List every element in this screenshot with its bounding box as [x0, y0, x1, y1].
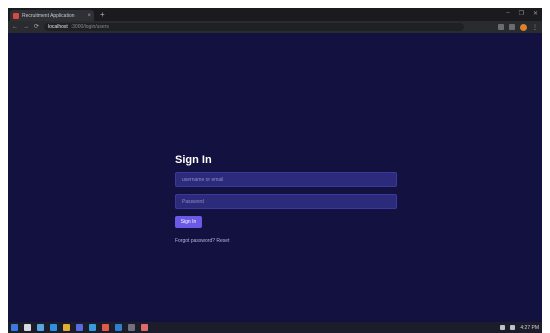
- email-field[interactable]: [175, 172, 397, 187]
- browser-tab[interactable]: Recruitment Application ×: [10, 10, 94, 21]
- taskview-icon[interactable]: [37, 324, 44, 331]
- favicon-icon: [13, 12, 19, 19]
- password-field[interactable]: [175, 194, 397, 209]
- start-icon[interactable]: [11, 324, 18, 331]
- extension-icon[interactable]: [498, 24, 504, 30]
- volume-icon[interactable]: [510, 325, 516, 330]
- clock[interactable]: 4:27 PM: [520, 325, 539, 331]
- taskbar: 4:27 PM: [8, 322, 542, 333]
- vscode-icon[interactable]: [115, 324, 122, 331]
- tab-close-icon[interactable]: ×: [87, 13, 91, 19]
- page-title: Sign In: [175, 154, 212, 166]
- mail-icon[interactable]: [89, 324, 96, 331]
- browser-toolbar: ← → ⟳ localhost :3000/login/users ⋮: [8, 21, 542, 33]
- close-window-icon[interactable]: ✕: [533, 10, 538, 17]
- browser-menu-icon[interactable]: ⋮: [532, 24, 538, 31]
- sign-in-button[interactable]: Sign In: [175, 216, 202, 228]
- system-tray: 4:27 PM: [500, 325, 539, 331]
- toolbar-actions: ⋮: [498, 23, 538, 31]
- tab-bar: Recruitment Application × + – ❐ ✕: [8, 8, 542, 21]
- browser-window: Recruitment Application × + – ❐ ✕ ← → ⟳ …: [8, 8, 542, 325]
- app-icon[interactable]: [141, 324, 148, 331]
- forward-icon[interactable]: →: [23, 24, 29, 30]
- back-icon[interactable]: ←: [12, 24, 18, 30]
- reload-icon[interactable]: ⟳: [34, 24, 39, 30]
- edge-icon[interactable]: [50, 324, 57, 331]
- url-host: localhost: [48, 24, 68, 30]
- chrome-icon[interactable]: [102, 324, 109, 331]
- store-icon[interactable]: [76, 324, 83, 331]
- search-icon[interactable]: [24, 324, 31, 331]
- sign-in-form: Sign In Sign In Forgot password? Reset: [175, 154, 397, 244]
- address-bar[interactable]: localhost :3000/login/users: [44, 23, 465, 31]
- maximize-icon[interactable]: ❐: [519, 10, 524, 17]
- minimize-icon[interactable]: –: [506, 10, 509, 17]
- new-tab-button[interactable]: +: [100, 10, 105, 19]
- tab-title: Recruitment Application: [22, 12, 75, 19]
- explorer-icon[interactable]: [63, 324, 70, 331]
- forgot-password-link[interactable]: Forgot password? Reset: [175, 238, 397, 244]
- window-controls: – ❐ ✕: [506, 10, 538, 17]
- extension-icon[interactable]: [509, 24, 515, 30]
- url-path: :3000/login/users: [70, 24, 109, 30]
- taskbar-apps: [11, 324, 148, 331]
- network-icon[interactable]: [500, 325, 506, 330]
- terminal-icon[interactable]: [128, 324, 135, 331]
- profile-avatar[interactable]: [520, 23, 527, 31]
